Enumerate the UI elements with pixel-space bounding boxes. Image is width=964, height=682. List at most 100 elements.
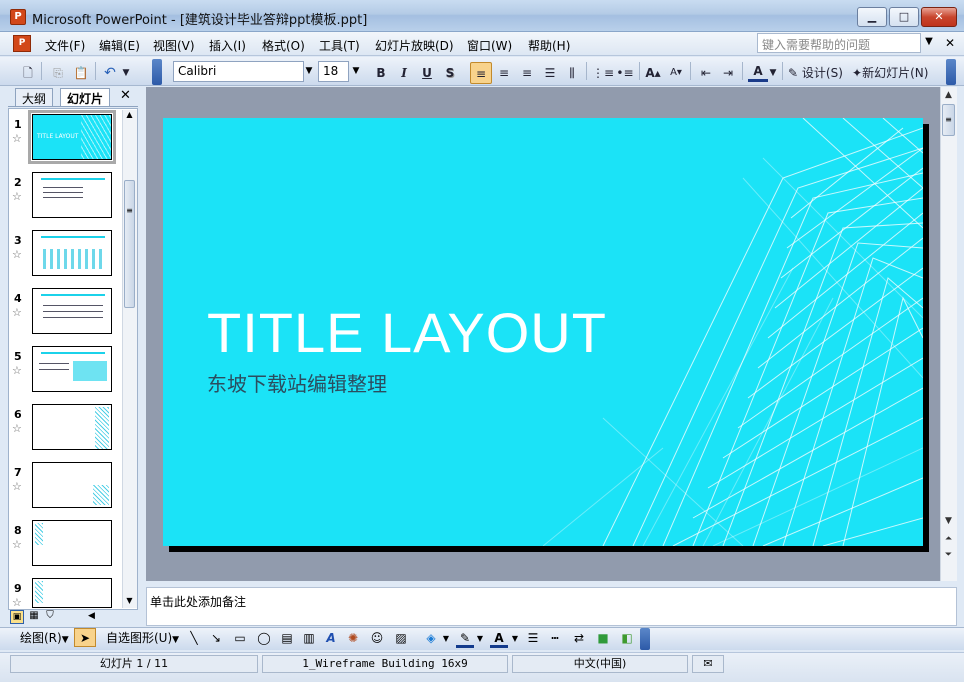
shadow-style-icon[interactable]: ■ — [594, 629, 612, 648]
textbox-tool-icon[interactable]: ▤ — [278, 629, 296, 648]
shadow-button[interactable]: S — [441, 62, 459, 84]
align-left-icon[interactable]: ≡ — [470, 62, 492, 84]
slide-scrollbar[interactable] — [940, 87, 957, 581]
wordart-icon[interactable]: A — [322, 629, 340, 648]
dash-style-icon[interactable]: ┅ — [546, 629, 564, 648]
slideshow-view-icon[interactable]: ⛉ — [43, 610, 57, 624]
3d-style-icon[interactable]: ◧ — [618, 629, 636, 648]
numbering-icon[interactable]: ⋮≡ — [592, 62, 614, 84]
increase-font-icon[interactable]: A▴ — [643, 62, 663, 84]
spelling-check-icon[interactable]: ✉ — [692, 655, 724, 673]
menu-insert[interactable]: 插入(I) — [209, 37, 246, 54]
undo-dropdown-icon[interactable]: ▼ — [120, 62, 132, 84]
fill-dropdown-icon[interactable]: ▼ — [441, 629, 451, 648]
underline-button[interactable]: U — [418, 62, 436, 84]
decrease-indent-icon[interactable]: ⇤ — [696, 62, 716, 84]
maximize-button[interactable]: □ — [889, 7, 919, 27]
diagram-icon[interactable]: ✺ — [344, 629, 362, 648]
minimize-button[interactable]: ▁ — [857, 7, 887, 27]
justify-icon[interactable]: ☰ — [540, 62, 560, 84]
insert-picture-icon[interactable]: ▨ — [392, 629, 410, 648]
design-button[interactable]: ✎ 设计(S) — [788, 62, 848, 84]
document-icon[interactable]: P — [13, 35, 31, 52]
menu-file[interactable]: 文件(F) — [45, 37, 85, 54]
slide-thumb-9[interactable] — [32, 578, 112, 608]
scroll-down-icon[interactable]: ▼ — [124, 596, 135, 608]
align-right-icon[interactable]: ≡ — [517, 62, 537, 84]
slide-thumb-7[interactable] — [32, 462, 112, 508]
toolbar-overflow-icon[interactable] — [152, 59, 162, 85]
vertical-textbox-icon[interactable]: ▥ — [300, 629, 318, 648]
slide-sorter-view-icon[interactable]: ▦ — [27, 610, 41, 624]
decrease-font-icon[interactable]: A▾ — [666, 62, 686, 84]
menu-view[interactable]: 视图(V) — [153, 37, 195, 54]
close-document-icon[interactable]: ✕ — [945, 36, 955, 50]
font-color-icon[interactable]: A — [748, 62, 768, 82]
current-slide[interactable]: TITLE LAYOUT 东坡下载站编辑整理 — [163, 118, 923, 546]
toolbar-overflow-icon[interactable] — [640, 628, 650, 650]
slide-thumb-8[interactable] — [32, 520, 112, 566]
fill-color-icon[interactable]: ◈ — [422, 629, 440, 648]
italic-button[interactable]: I — [395, 62, 413, 84]
menu-slideshow[interactable]: 幻灯片放映(D) — [375, 37, 454, 54]
clipart-icon[interactable]: ☺ — [368, 629, 386, 648]
arrow-tool-icon[interactable]: ↘ — [208, 629, 224, 648]
tab-slides[interactable]: 幻灯片 — [60, 88, 111, 106]
close-pane-icon[interactable]: ✕ — [120, 88, 131, 103]
font-color-icon[interactable]: A — [490, 629, 508, 648]
font-color-dropdown-icon[interactable]: ▼ — [510, 629, 520, 648]
select-pointer-icon[interactable]: ➤ — [74, 628, 96, 647]
menu-help[interactable]: 帮助(H) — [528, 37, 570, 54]
scroll-left-icon[interactable]: ◀ — [88, 611, 95, 621]
rectangle-tool-icon[interactable]: ▭ — [230, 629, 250, 648]
copy-icon[interactable]: ⎘ — [48, 62, 68, 84]
slide-thumb-1[interactable]: TITLE LAYOUT — [28, 110, 116, 164]
thumbnails-scroll-thumb[interactable]: ≡ — [124, 180, 135, 308]
menu-format[interactable]: 格式(O) — [262, 37, 305, 54]
draw-menu-button[interactable]: 绘图(R)▼ — [20, 629, 69, 648]
font-name-select[interactable]: Calibri — [173, 61, 304, 82]
autoshapes-menu-button[interactable]: 自选图形(U)▼ — [106, 629, 179, 648]
line-color-icon[interactable]: ✎ — [456, 629, 474, 648]
line-color-dropdown-icon[interactable]: ▼ — [475, 629, 485, 648]
bullets-icon[interactable]: •≡ — [615, 62, 635, 84]
slide-subtitle[interactable]: 东坡下载站编辑整理 — [207, 368, 387, 397]
slide-title[interactable]: TITLE LAYOUT — [207, 300, 607, 365]
line-style-icon[interactable]: ☰ — [524, 629, 542, 648]
line-tool-icon[interactable]: ╲ — [186, 629, 202, 648]
align-center-icon[interactable]: ≡ — [494, 62, 514, 84]
normal-view-icon[interactable]: ▣ — [10, 610, 24, 624]
next-slide-icon[interactable]: ⏷ — [941, 548, 956, 563]
previous-slide-icon[interactable]: ⏶ — [941, 532, 956, 547]
paste-icon[interactable]: 📋 — [71, 62, 91, 84]
menu-tools[interactable]: 工具(T) — [319, 37, 360, 54]
slide-thumb-3[interactable] — [32, 230, 112, 276]
help-search-input[interactable]: 键入需要帮助的问题 — [757, 33, 921, 53]
oval-tool-icon[interactable]: ◯ — [254, 629, 274, 648]
font-size-select[interactable]: 18 — [318, 61, 349, 82]
arrow-style-icon[interactable]: ⇄ — [570, 629, 588, 648]
scroll-down-icon[interactable]: ▼ — [941, 514, 956, 529]
powerpoint-app-icon[interactable]: P — [10, 9, 26, 25]
font-dropdown-icon[interactable]: ▼ — [302, 62, 316, 81]
close-window-button[interactable]: ✕ — [921, 7, 957, 27]
bold-button[interactable]: B — [372, 62, 390, 84]
menu-window[interactable]: 窗口(W) — [467, 37, 512, 54]
increase-indent-icon[interactable]: ⇥ — [718, 62, 738, 84]
new-document-icon[interactable]: 🗋 — [18, 62, 38, 84]
slide-scroll-thumb[interactable]: ≡ — [942, 104, 955, 136]
menu-edit[interactable]: 编辑(E) — [99, 37, 140, 54]
slide-thumb-5[interactable] — [32, 346, 112, 392]
undo-icon[interactable]: ↶ — [100, 62, 120, 84]
scroll-up-icon[interactable]: ▲ — [124, 110, 135, 122]
font-color-dropdown-icon[interactable]: ▼ — [768, 62, 778, 84]
tab-outline[interactable]: 大纲 — [15, 88, 54, 106]
slide-thumb-2[interactable] — [32, 172, 112, 218]
new-slide-button[interactable]: ✦新幻灯片(N) — [852, 62, 942, 84]
scroll-up-icon[interactable]: ▲ — [941, 88, 956, 103]
toolbar-overflow-icon[interactable] — [946, 59, 956, 85]
slide-thumb-4[interactable] — [32, 288, 112, 334]
size-dropdown-icon[interactable]: ▼ — [349, 62, 363, 81]
slide-thumb-6[interactable] — [32, 404, 112, 450]
columns-icon[interactable]: ⫼ — [562, 62, 582, 84]
